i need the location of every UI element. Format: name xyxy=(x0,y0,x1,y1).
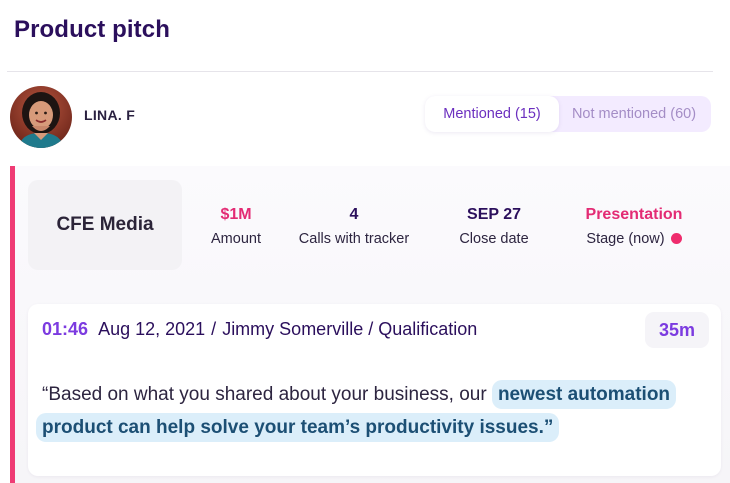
header-divider xyxy=(7,71,713,72)
stat-close-date-value: SEP 27 xyxy=(467,206,521,223)
stat-stage-value: Presentation xyxy=(585,206,683,223)
stat-amount-label: Amount xyxy=(211,231,261,247)
call-timestamp[interactable]: 01:46 xyxy=(42,319,88,339)
call-person: Jimmy Somerville xyxy=(222,319,364,339)
stat-stage-label-row: Stage (now) xyxy=(570,229,698,249)
stat-stage-label: Stage (now) xyxy=(586,231,665,247)
stat-close-date: SEP 27 Close date xyxy=(448,204,540,249)
stat-calls-value: 4 xyxy=(349,206,359,223)
stat-calls: 4 Calls with tracker xyxy=(286,204,422,249)
stat-calls-label: Calls with tracker xyxy=(298,231,410,247)
company-name: CFE Media xyxy=(56,214,154,235)
avatar-photo xyxy=(10,86,72,148)
call-date: Aug 12, 2021 xyxy=(98,319,206,339)
call-stage: / Qualification xyxy=(368,319,478,339)
quote-text: “Based on what you shared about your bus… xyxy=(42,384,492,405)
accent-bar xyxy=(10,166,15,483)
call-snippet-card[interactable]: 01:46 Aug 12, 2021/Jimmy Somerville / Qu… xyxy=(28,304,721,476)
call-separator: / xyxy=(211,319,217,339)
page-title: Product pitch xyxy=(14,16,170,43)
filter-not-mentioned[interactable]: Not mentioned (60) xyxy=(559,96,709,132)
call-meta: 01:46 Aug 12, 2021/Jimmy Somerville / Qu… xyxy=(42,319,477,340)
stat-stage: Presentation Stage (now) xyxy=(570,204,698,249)
stat-amount: $1M Amount xyxy=(196,204,276,249)
stat-amount-value: $1M xyxy=(220,206,252,223)
mention-filter-toggle: Mentioned (15) Not mentioned (60) xyxy=(425,96,711,132)
stat-close-date-label: Close date xyxy=(459,231,529,247)
call-quote: “Based on what you shared about your bus… xyxy=(36,378,716,444)
status-dot-icon xyxy=(670,233,682,244)
user-name: LINA. F xyxy=(84,107,136,123)
avatar xyxy=(10,86,72,148)
filter-mentioned[interactable]: Mentioned (15) xyxy=(425,96,559,132)
call-duration-badge: 35m xyxy=(645,312,709,348)
company-card[interactable]: CFE Media xyxy=(28,180,182,270)
